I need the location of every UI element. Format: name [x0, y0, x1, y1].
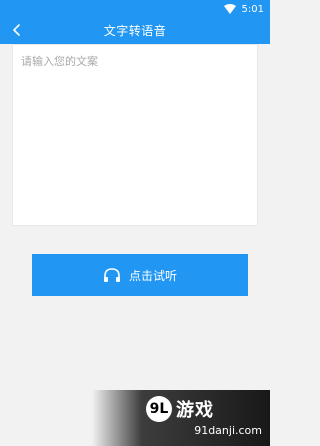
back-button[interactable] — [8, 20, 24, 40]
status-bar: 5:01 — [223, 2, 264, 16]
headphones-icon — [103, 267, 121, 283]
text-input[interactable] — [13, 45, 257, 225]
text-input-card — [12, 44, 258, 226]
watermark-badge: 9L — [146, 396, 172, 422]
listen-button[interactable]: 点击试听 — [32, 254, 248, 296]
title-row: 文字转语音 — [0, 16, 270, 44]
wifi-icon — [223, 4, 236, 14]
watermark: 9L 游戏 91danji.com — [92, 390, 270, 446]
watermark-logo: 9L 游戏 — [146, 396, 214, 422]
listen-button-label: 点击试听 — [128, 268, 177, 283]
status-time: 5:01 — [241, 3, 264, 15]
watermark-url: 91danji.com — [194, 424, 262, 437]
page-title: 文字转语音 — [103, 23, 167, 38]
app-bar: 5:01 文字转语音 — [0, 0, 270, 44]
chevron-left-icon — [12, 21, 20, 40]
watermark-brand: 游戏 — [176, 400, 214, 421]
